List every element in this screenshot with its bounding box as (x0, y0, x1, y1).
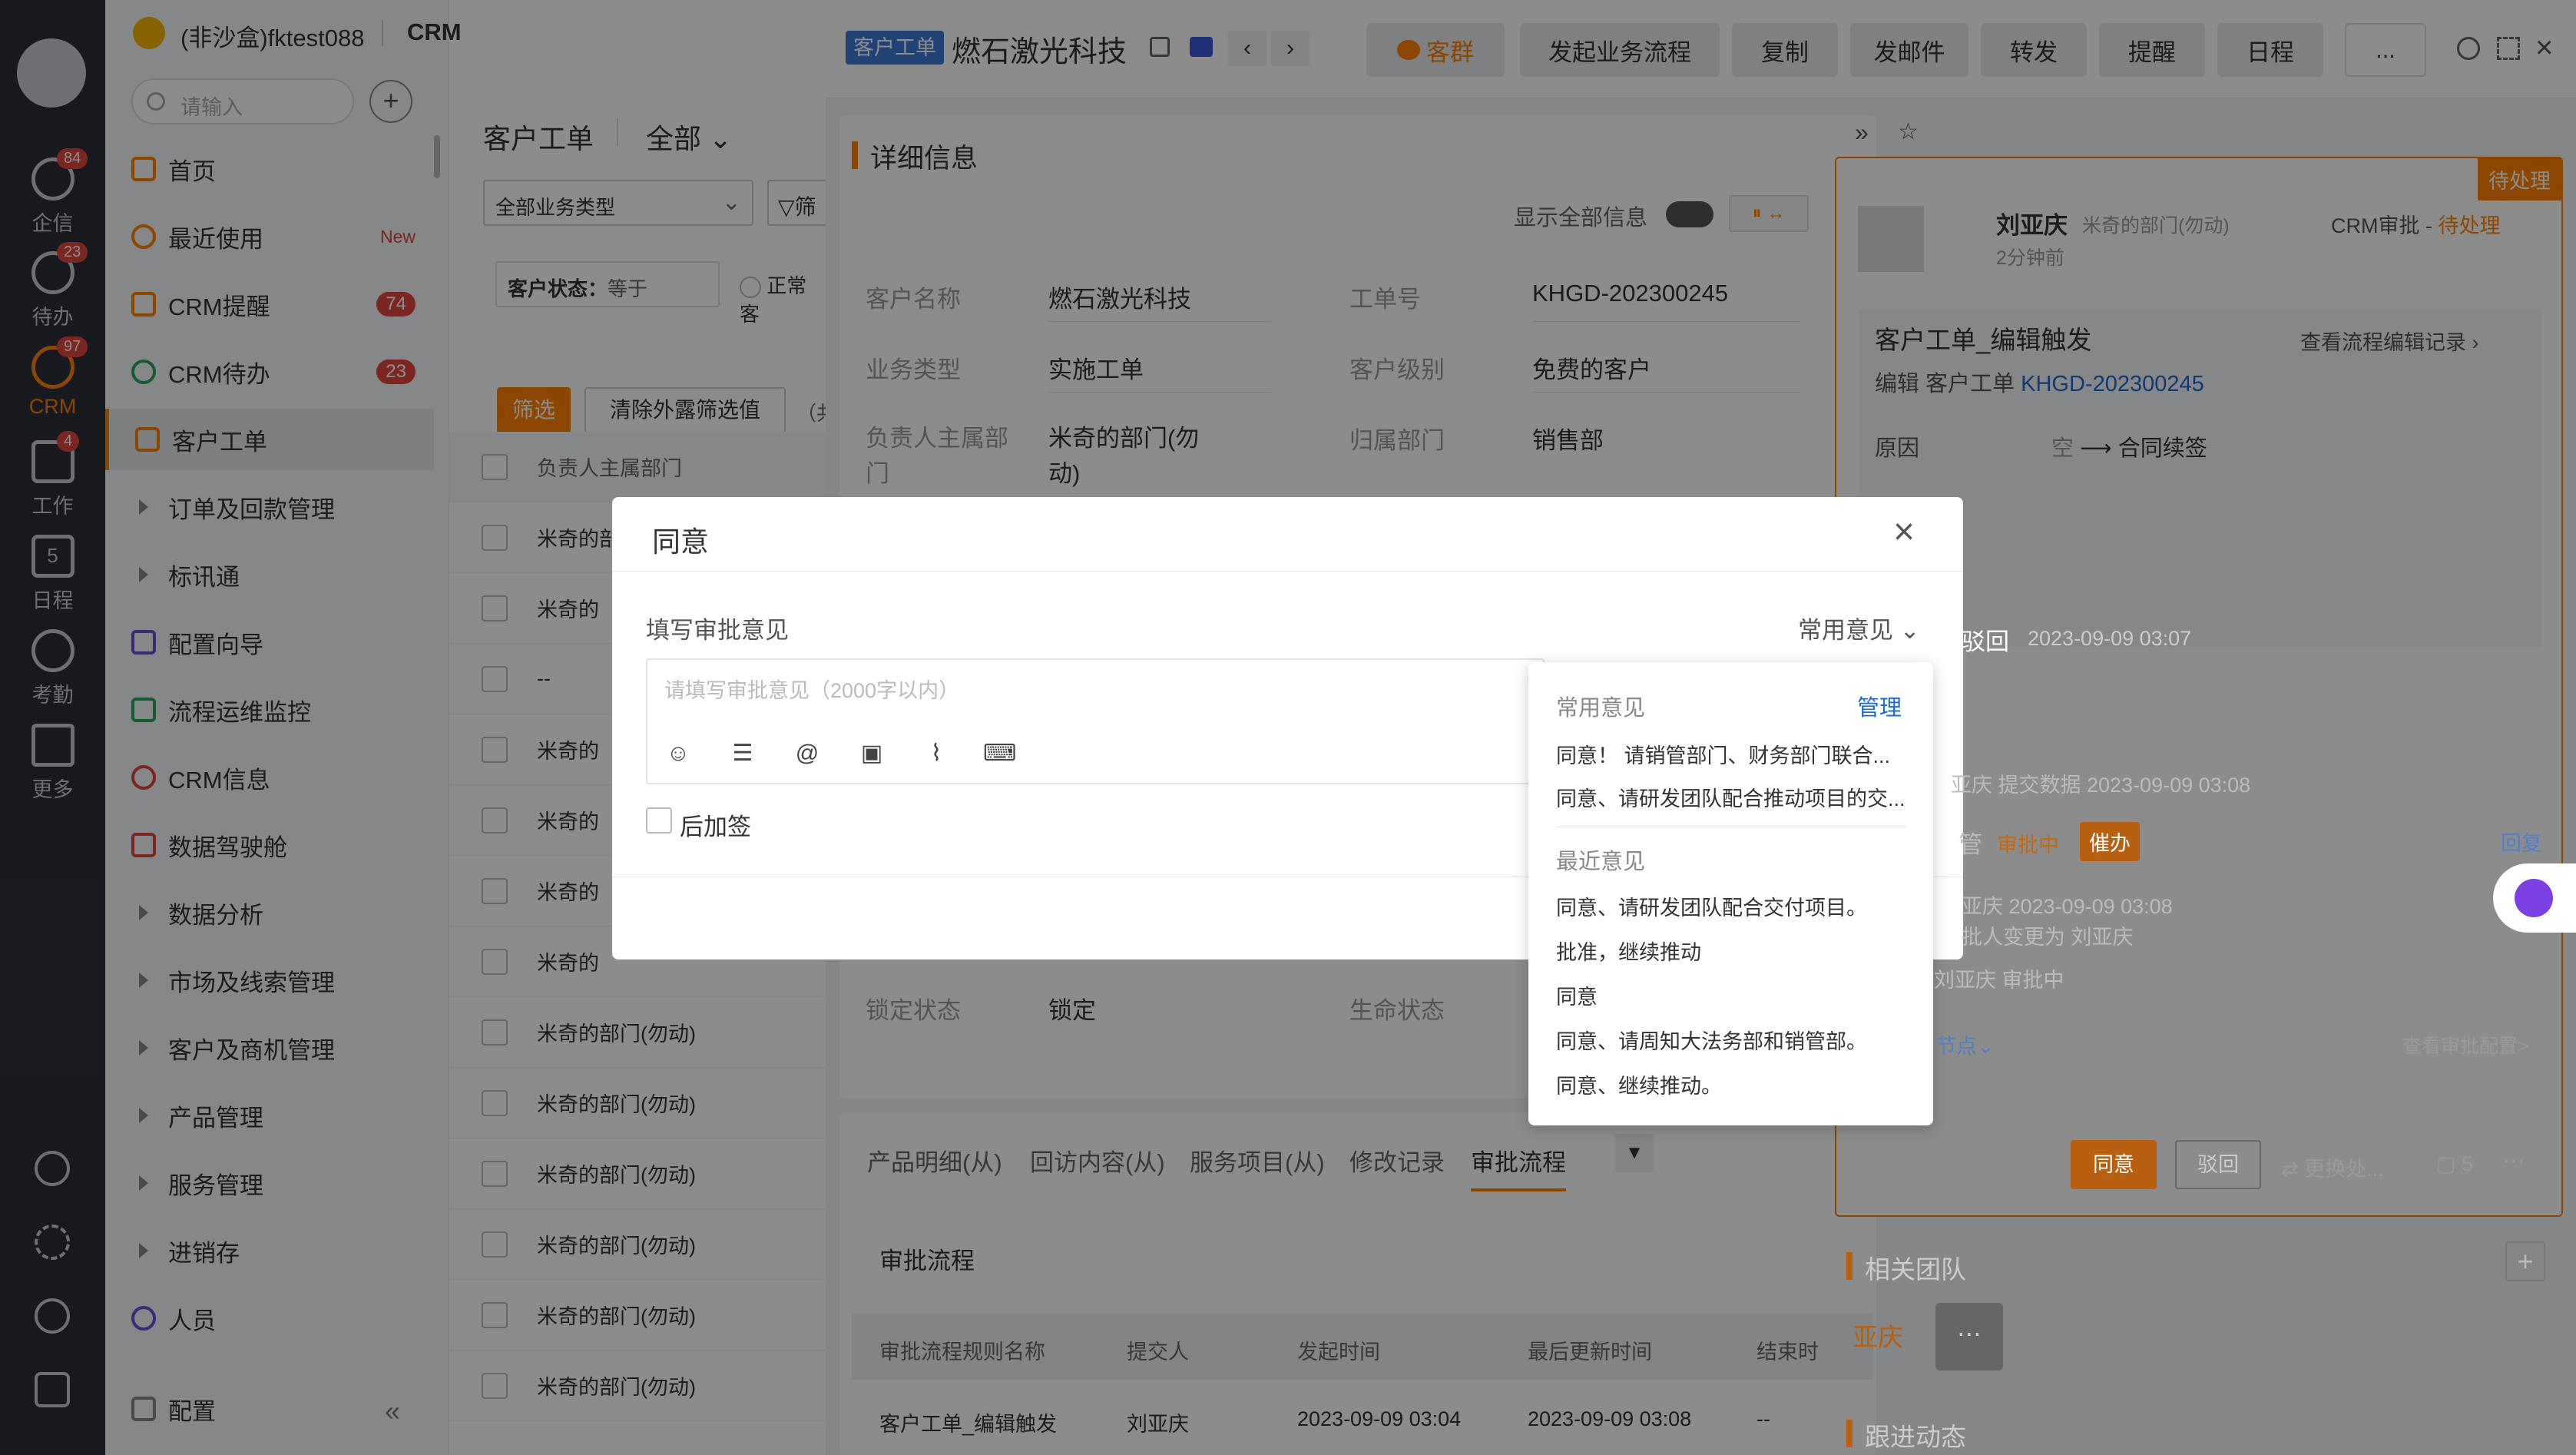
menu-section-title: 常用意见 (1556, 696, 1646, 721)
menu-section-title: 最近意见 (1556, 850, 1646, 874)
textarea-placeholder: 请填写审批意见（2000字以内） (664, 679, 960, 702)
comments-button[interactable]: ▢ 5 (2436, 1152, 2473, 1176)
countersign-checkbox[interactable] (646, 807, 672, 834)
menu-item[interactable]: 同意！ 请销管部门、财务部门联合... (1556, 739, 1909, 769)
dialog-title: 同意 (652, 526, 709, 558)
reply-link[interactable]: 回复 (2501, 827, 2542, 857)
link-label: 节点 (1935, 1035, 1977, 1058)
urge-button[interactable]: 催办 (2080, 822, 2140, 861)
approver-status: 审批中 (1997, 834, 2059, 857)
opinion-label: 填写审批意见 (646, 617, 789, 644)
reject-record: 驳回 (1962, 628, 2009, 655)
add-member-button[interactable]: + (2505, 1241, 2545, 1281)
menu-item[interactable]: 同意、继续推动。 (1556, 1069, 1909, 1099)
section-accent (1846, 1420, 1853, 1447)
team-more-button[interactable]: ⋯ (1935, 1303, 2003, 1370)
approver-name: 管 (1958, 831, 1982, 858)
reject-button[interactable]: 驳回 (2175, 1140, 2261, 1189)
mention-icon[interactable]: @ (793, 739, 822, 768)
dropdown-label: 常用意见 (1798, 617, 1893, 644)
menu-item[interactable]: 同意、请周知大法务部和销管部。 (1556, 1025, 1909, 1055)
chevron-down-icon: ⌄ (1899, 617, 1920, 644)
log-line: 刘亚庆 审批中 (1934, 969, 2064, 992)
attachment-icon[interactable]: ⌇ (922, 739, 951, 768)
log-line: 批人变更为 刘亚庆 (1962, 926, 2134, 949)
close-icon[interactable]: × (1893, 511, 1915, 553)
section-accent (1846, 1252, 1853, 1280)
keyboard-icon[interactable]: ⌨ (983, 739, 1016, 768)
menu-item[interactable]: 同意 (1556, 980, 1909, 1010)
reject-time: 2023-09-09 03:07 (2028, 627, 2192, 650)
menu-item[interactable]: 同意、请研发团队配合交付项目。 (1556, 891, 1909, 921)
opinion-textarea[interactable]: 请填写审批意见（2000字以内） (646, 658, 1545, 784)
divider (612, 571, 1963, 572)
common-opinion-menu: 常用意见 管理 同意！ 请销管部门、财务部门联合... 同意、请研发团队配合推动… (1528, 662, 1933, 1125)
button-label: 更换处... (2304, 1158, 2384, 1181)
team-member[interactable]: 亚庆 (1853, 1317, 1903, 1354)
log-line: 亚庆 2023-09-09 03:08 (1962, 895, 2173, 918)
comment-count: 5 (2462, 1152, 2474, 1175)
team-title: 相关团队 (1865, 1255, 1966, 1284)
submit-record: 亚庆 提交数据 2023-09-09 03:08 (1951, 774, 2251, 797)
image-icon[interactable]: ▣ (857, 739, 886, 768)
menu-item[interactable]: 同意、请研发团队配合推动项目的交... (1556, 782, 1909, 812)
menu-item[interactable]: 批准，继续推动 (1556, 936, 1909, 966)
follow-title: 跟进动态 (1865, 1423, 1966, 1451)
countersign-label: 后加签 (680, 814, 751, 840)
ai-assistant-icon[interactable] (2493, 863, 2576, 933)
common-opinion-dropdown[interactable]: 常用意见 ⌄ (1798, 611, 1920, 645)
manage-link[interactable]: 管理 (1857, 690, 1902, 722)
agree-button[interactable]: 同意 (2071, 1140, 2157, 1189)
more-icon[interactable]: ⋯ (2502, 1148, 2525, 1175)
change-handler-button[interactable]: ⇄ 更换处... (2281, 1152, 2384, 1182)
comment-icon: ▢ (2436, 1152, 2456, 1175)
swap-icon: ⇄ (2281, 1158, 2299, 1181)
expand-nodes-link[interactable]: 节点⌄ (1935, 1029, 1995, 1059)
view-config-link[interactable]: 查看审批配置> (2402, 1031, 2529, 1059)
emoji-icon[interactable]: ☺ (664, 739, 693, 768)
list-icon[interactable]: ☰ (728, 739, 757, 768)
